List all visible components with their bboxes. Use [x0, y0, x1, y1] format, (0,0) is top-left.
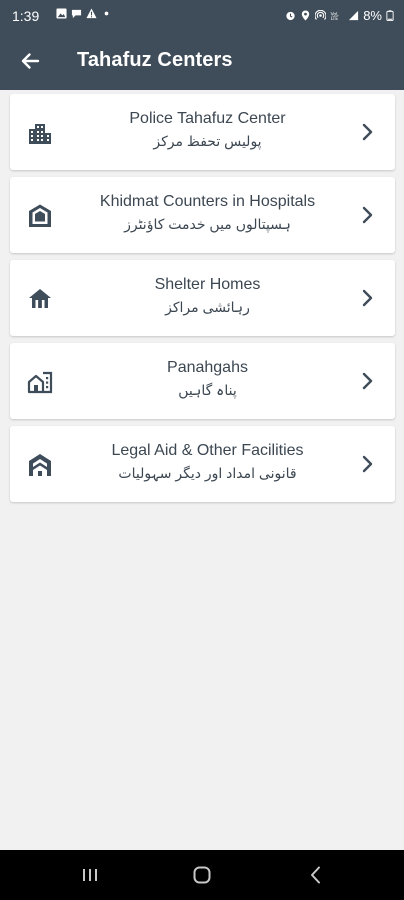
chevron-right-icon: [362, 455, 373, 473]
status-notification-icons: [56, 8, 112, 19]
building-icon: [29, 124, 51, 144]
dot-icon: [104, 11, 109, 16]
recents-icon: [83, 869, 97, 881]
list-item-text: Khidmat Counters in Hospitals ہسپتالوں م…: [70, 191, 345, 235]
list-item-khidmat-counters[interactable]: Khidmat Counters in Hospitals ہسپتالوں م…: [10, 177, 395, 253]
hotspot-icon: [315, 10, 327, 20]
page-title: Tahafuz Centers: [77, 49, 233, 71]
list-item-title: Panahgahs: [167, 359, 248, 376]
list-item-police-tahafuz-center[interactable]: Police Tahafuz Center پولیس تحفظ مرکز: [10, 94, 395, 170]
chevron-right-icon: [362, 123, 373, 141]
home-icon: [29, 289, 51, 308]
list-item-subtitle: قانونی امداد اور دیگر سہولیات: [118, 465, 297, 481]
home-button[interactable]: [182, 862, 222, 888]
battery-percent: 8%: [363, 8, 382, 23]
chevron-right-icon: [362, 372, 373, 390]
list-item-subtitle: پناہ گاہیں: [178, 382, 237, 398]
list-item-panahgahs[interactable]: Panahgahs پناہ گاہیں: [10, 343, 395, 419]
chevron-right-icon: [362, 206, 373, 224]
list-item-text: Panahgahs پناہ گاہیں: [70, 357, 345, 401]
list-item-subtitle: رہائشی مراکز: [165, 299, 250, 315]
list-item-title: Khidmat Counters in Hospitals: [99, 193, 316, 210]
list-item-shelter-homes[interactable]: Shelter Homes رہائشی مراکز: [10, 260, 395, 336]
panahgah-icon: [27, 371, 53, 394]
list-item-text: Shelter Homes رہائشی مراکز: [70, 274, 345, 318]
back-nav-button[interactable]: [296, 862, 336, 888]
chat-icon: [71, 9, 82, 19]
back-arrow-icon: [21, 53, 40, 69]
system-nav-bar: [0, 850, 404, 900]
list-item-title: Police Tahafuz Center: [129, 110, 286, 127]
legal-aid-icon: [29, 454, 51, 476]
list-item-text: Police Tahafuz Center پولیس تحفظ مرکز: [70, 108, 345, 152]
app-bar: Tahafuz Centers: [0, 32, 404, 90]
image-icon: [56, 8, 67, 19]
chevron-right-icon: [362, 289, 373, 307]
status-time: 1:39: [12, 8, 40, 24]
back-button[interactable]: [12, 44, 48, 78]
list-item-text: Legal Aid & Other Facilities قانونی امدا…: [70, 440, 345, 484]
list-item-subtitle: ہسپتالوں میں خدمت کاؤنٹرز: [124, 216, 291, 232]
recents-button[interactable]: [70, 862, 110, 888]
location-icon: [302, 10, 310, 21]
alert-icon: [86, 8, 97, 19]
home-button-icon: [193, 866, 211, 884]
list-item-title: Shelter Homes: [154, 276, 261, 293]
signal-icon: [349, 10, 359, 21]
status-bar: 1:39 VoL LTE 8%: [0, 0, 404, 32]
status-system-icons: VoL LTE 8%: [285, 8, 394, 23]
hospital-icon: [29, 204, 51, 227]
battery-icon: [386, 10, 394, 21]
list-item-title: Legal Aid & Other Facilities: [111, 442, 304, 459]
svg-text:LTE: LTE: [331, 16, 339, 21]
back-nav-icon: [311, 866, 320, 884]
alarm-icon: [286, 11, 295, 21]
list-item-legal-aid[interactable]: Legal Aid & Other Facilities قانونی امدا…: [10, 426, 395, 502]
volte-icon: VoLLTE: [331, 12, 340, 22]
list-item-subtitle: پولیس تحفظ مرکز: [153, 133, 262, 149]
